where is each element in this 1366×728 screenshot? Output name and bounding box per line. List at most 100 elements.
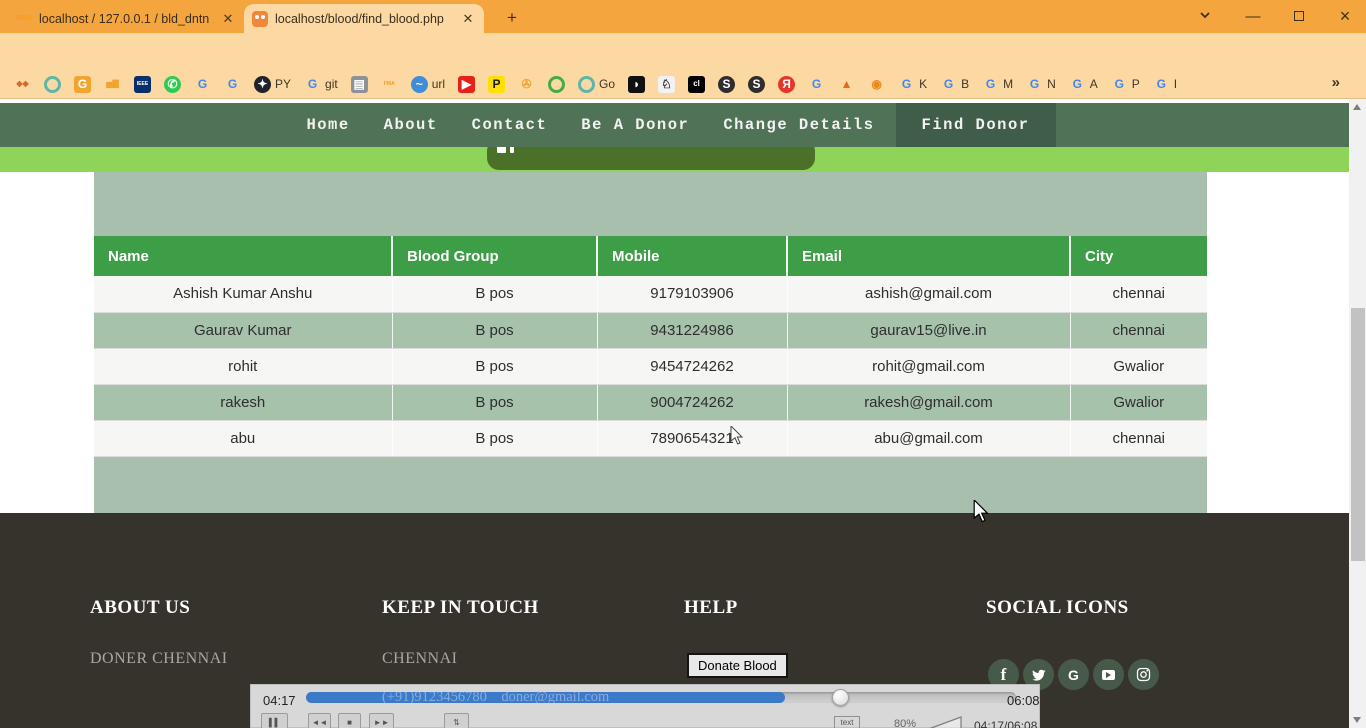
bookmark-google-k[interactable]: GK — [898, 76, 927, 93]
p-docs-icon: P — [488, 76, 505, 93]
bookmark-screen-recorder[interactable]: ✇ — [518, 76, 535, 93]
tab-strip: PMA localhost / 127.0.0.1 / bld_dntn / ✕… — [0, 0, 1366, 33]
button-glyph-fragment — [510, 146, 514, 153]
bookmark-phpmyadmin[interactable]: PMA — [381, 76, 398, 93]
bookmark-bird-app[interactable]: ◗ — [628, 76, 645, 93]
tab-search-icon[interactable] — [1196, 8, 1214, 26]
donor-cell: 7890654321 — [597, 420, 787, 456]
bookmark-eye[interactable]: ◉ — [868, 76, 885, 93]
bookmark-gandi-ring[interactable] — [44, 76, 61, 93]
zoom-level-label[interactable]: 80% — [894, 718, 916, 728]
bookmark-google-m[interactable]: GM — [982, 76, 1013, 93]
nav-item-be-a-donor[interactable]: Be A Donor — [568, 103, 702, 147]
bookmark-matlab[interactable]: ▲ — [838, 76, 855, 93]
pause-button[interactable]: ▌▌ — [261, 713, 288, 728]
donor-cell: Gwalior — [1070, 384, 1207, 420]
bookmark-cl-tool[interactable]: cl — [688, 76, 705, 93]
ghost-footer-text: (+91)9123456780 doner@gmail.com — [382, 689, 862, 706]
bookmark-google-n[interactable]: GN — [1026, 76, 1056, 93]
tab-close-icon[interactable]: ✕ — [460, 11, 476, 27]
donate-blood-button[interactable]: Donate Blood — [687, 653, 788, 678]
donor-row: abuB pos7890654321abu@gmail.comchennai — [94, 420, 1207, 456]
bookmark-green-ring[interactable] — [548, 76, 565, 93]
shuffle-button[interactable]: ⇅ — [444, 713, 469, 728]
google-n-icon: G — [1026, 76, 1043, 93]
tab-find-blood[interactable]: localhost/blood/find_blood.php ✕ — [244, 4, 484, 33]
nav-item-change-details[interactable]: Change Details — [710, 103, 887, 147]
scrollbar-thumb[interactable] — [1351, 308, 1365, 561]
whatsapp-icon: ✆ — [164, 76, 181, 93]
nav-item-contact[interactable]: Contact — [459, 103, 561, 147]
tab-phpmyadmin[interactable]: PMA localhost / 127.0.0.1 / bld_dntn / ✕ — [10, 4, 242, 33]
nav-item-home[interactable]: Home — [293, 103, 362, 147]
screen-recorder-icon: ✇ — [518, 76, 535, 93]
tab-title: localhost/blood/find_blood.php — [275, 12, 453, 26]
bookmark-whatsapp[interactable]: ✆ — [164, 76, 181, 93]
footer-heading: SOCIAL ICONS — [986, 597, 1129, 619]
bookmark-url-shortener[interactable]: ~url — [411, 76, 445, 93]
diamond-pair-icon: ◆◆ — [14, 76, 31, 93]
bookmark-youtube[interactable]: ▶ — [458, 76, 475, 93]
youtube-icon[interactable] — [1093, 659, 1124, 690]
time-display: 04:17/06:08 — [974, 719, 1037, 728]
new-tab-button[interactable]: + — [502, 8, 522, 28]
scroll-down-arrow[interactable] — [1353, 717, 1361, 723]
bookmarks-overflow-icon[interactable]: » — [1332, 74, 1340, 91]
gandi-ring-icon — [44, 76, 61, 93]
bookmark-dark-globe[interactable]: S — [718, 76, 735, 93]
bookmark-toolbox[interactable]: ▤ — [351, 76, 368, 93]
donor-cell: rohit — [94, 348, 392, 384]
column-header: City — [1070, 236, 1207, 276]
donor-cell: abu@gmail.com — [787, 420, 1070, 456]
donor-cell: Gwalior — [1070, 348, 1207, 384]
next-button[interactable]: ►► — [369, 713, 394, 728]
bookmark-orange-docs[interactable]: G — [74, 76, 91, 93]
bookmark-google-search[interactable]: G — [194, 76, 211, 93]
google-icon[interactable]: G — [1058, 659, 1089, 690]
close-window-button[interactable]: × — [1336, 8, 1354, 26]
bookmark-google-search-3[interactable]: G — [808, 76, 825, 93]
footer-heading: ABOUT US — [90, 597, 190, 619]
bookmark-google-p[interactable]: GP — [1111, 76, 1140, 93]
donor-row: rakeshB pos9004724262rakesh@gmail.comGwa… — [94, 384, 1207, 420]
donor-row: Gaurav KumarB pos9431224986gaurav15@live… — [94, 312, 1207, 348]
bookmark-p-docs[interactable]: P — [488, 76, 505, 93]
bookmark-runner[interactable]: ♘ — [658, 76, 675, 93]
bookmark-google-i[interactable]: GI — [1153, 76, 1177, 93]
bookmark-google-git[interactable]: Ggit — [304, 76, 338, 93]
bookmark-github[interactable]: ✦PY — [254, 76, 291, 93]
button-glyph-fragment — [497, 146, 506, 153]
column-header: Mobile — [597, 236, 787, 276]
bookmark-godaddy[interactable]: Go — [578, 76, 615, 93]
minimize-button[interactable]: — — [1244, 8, 1262, 26]
google-search-icon: G — [194, 76, 211, 93]
bird-app-icon: ◗ — [628, 76, 645, 93]
bookmark-diamond-pair[interactable]: ◆◆ — [14, 76, 31, 93]
tab-close-icon[interactable]: ✕ — [220, 11, 236, 27]
page-scrollbar[interactable] — [1349, 99, 1366, 728]
bookmark-google-a[interactable]: GA — [1069, 76, 1098, 93]
dark-globe-2-icon: S — [748, 76, 765, 93]
column-header: Blood Group — [392, 236, 597, 276]
phpmyadmin-icon: PMA — [381, 76, 398, 93]
scroll-up-arrow[interactable] — [1353, 104, 1361, 110]
text-tool-button[interactable]: text — [834, 716, 860, 728]
volume-wedge-icon[interactable] — [929, 716, 963, 728]
bookmark-ieee[interactable]: IEEE — [134, 76, 151, 93]
previous-button[interactable]: ◄◄ — [308, 713, 331, 728]
orange-docs-icon: G — [74, 76, 91, 93]
donor-cell: 9454724262 — [597, 348, 787, 384]
bookmark-bar-chart[interactable]: ▅▇ — [104, 76, 121, 93]
bookmark-google-b[interactable]: GB — [940, 76, 969, 93]
nav-item-about[interactable]: About — [371, 103, 451, 147]
bookmark-google-search-2[interactable]: G — [224, 76, 241, 93]
bookmark-dark-globe-2[interactable]: S — [748, 76, 765, 93]
stop-button[interactable]: ■ — [338, 713, 361, 728]
godaddy-icon — [578, 76, 595, 93]
restore-button[interactable] — [1290, 8, 1308, 26]
instagram-icon[interactable] — [1128, 659, 1159, 690]
bookmark-label: PY — [275, 77, 291, 91]
google-a-icon: G — [1069, 76, 1086, 93]
bookmark-yandex[interactable]: Я — [778, 76, 795, 93]
nav-item-find-donor[interactable]: Find Donor — [896, 103, 1056, 147]
